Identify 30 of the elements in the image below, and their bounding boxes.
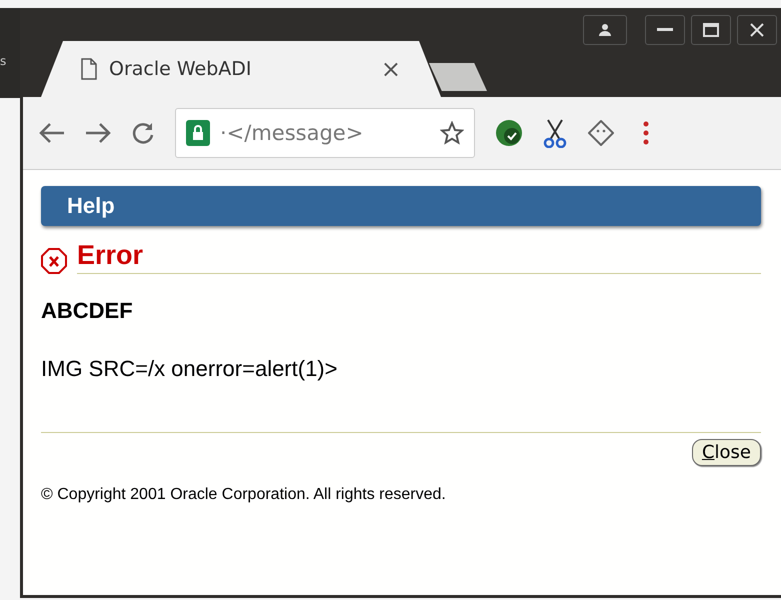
ghost-icon[interactable] [587,119,615,147]
tab-close-button[interactable]: × [380,55,401,83]
error-icon [41,248,67,274]
menu-icon[interactable] [643,121,649,145]
page-icon [81,58,97,80]
copyright-text: © Copyright 2001 Oracle Corporation. All rights reserved. [41,486,447,504]
error-title: Error [77,240,761,274]
browser-tab[interactable]: Oracle WebADI × [41,41,441,97]
minimize-button[interactable] [645,15,685,45]
close-button[interactable] [737,15,777,45]
profile-icon [598,23,612,37]
profile-button[interactable] [583,15,627,45]
close-button[interactable]: Close [692,439,761,466]
background-text: s [0,54,6,68]
back-icon[interactable] [39,122,65,144]
reload-icon[interactable] [131,121,155,145]
maximize-button[interactable] [691,15,731,45]
minimize-icon [657,28,673,32]
url-text: ·</message> [220,121,364,145]
help-header: Help [41,186,761,226]
star-icon[interactable] [440,121,464,145]
maximize-icon [703,23,719,37]
forward-icon[interactable] [85,122,111,144]
tab-title: Oracle WebADI [109,58,253,80]
message-heading: ABCDEF [41,298,134,324]
address-bar[interactable]: ·</message> [175,108,475,158]
scissors-icon[interactable] [543,118,567,148]
close-icon [750,23,764,37]
check-badge-icon[interactable] [495,119,523,147]
message-text: IMG SRC=/x onerror=alert(1)> [41,356,338,382]
